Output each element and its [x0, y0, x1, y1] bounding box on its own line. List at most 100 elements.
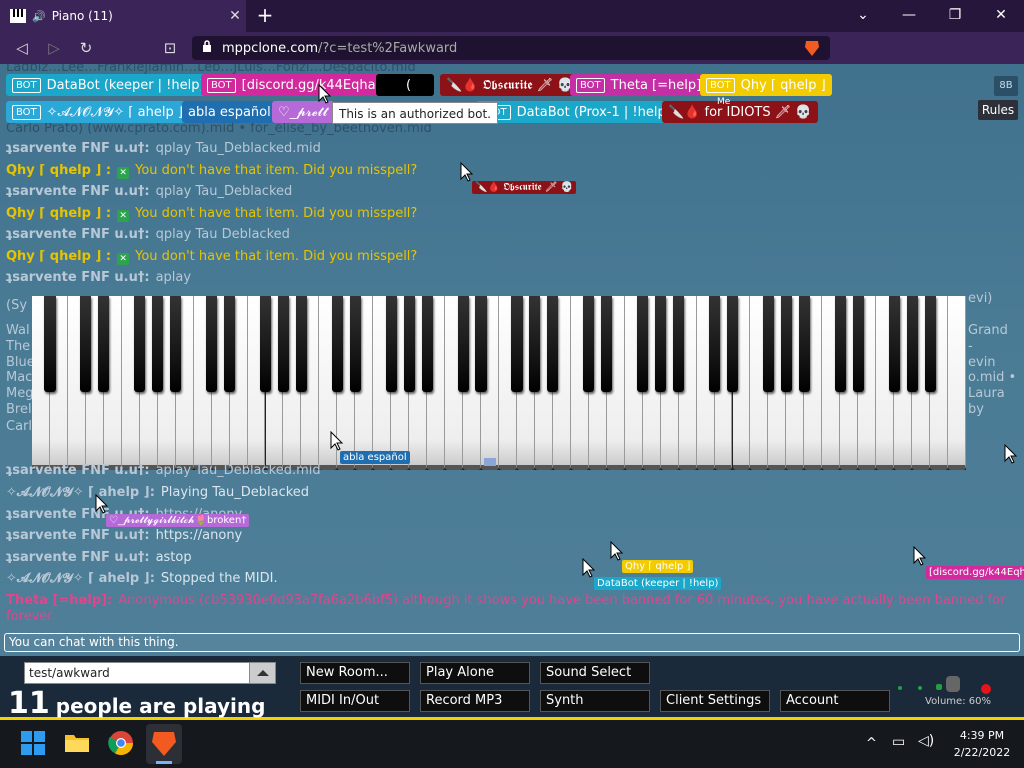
- black-key[interactable]: [385, 296, 397, 392]
- play-alone-button[interactable]: Play Alone: [420, 662, 530, 684]
- activity-indicator: [898, 686, 902, 690]
- chat-fragment: evin: [968, 355, 996, 370]
- rules-button[interactable]: Rules: [978, 100, 1018, 120]
- chat-fragment: Meg: [6, 386, 34, 401]
- black-key[interactable]: [511, 296, 523, 392]
- browser-tab[interactable]: 🔊 Piano (11) ✕: [0, 0, 246, 32]
- black-key[interactable]: [170, 296, 182, 392]
- black-key[interactable]: [403, 296, 415, 392]
- synth-button[interactable]: Synth: [540, 690, 650, 712]
- black-key[interactable]: [529, 296, 541, 392]
- user-tag-theta[interactable]: BOT Theta [=help]: [570, 74, 708, 96]
- windows-start-icon[interactable]: [20, 730, 46, 756]
- black-key[interactable]: [475, 296, 487, 392]
- black-key[interactable]: [906, 296, 918, 392]
- black-key[interactable]: [44, 296, 56, 392]
- black-key[interactable]: [295, 296, 307, 392]
- black-key[interactable]: [547, 296, 559, 392]
- black-key[interactable]: [331, 296, 343, 392]
- check-icon: ✕: [117, 167, 130, 179]
- client-settings-button[interactable]: Client Settings: [660, 690, 770, 712]
- user-tag-abla-espanol[interactable]: abla español: [182, 101, 277, 123]
- new-tab-button[interactable]: +: [254, 3, 276, 27]
- black-key[interactable]: [349, 296, 361, 392]
- black-key[interactable]: [152, 296, 164, 392]
- user-tag-discord[interactable]: BOT [discord.gg/k44Eqha]: [201, 74, 387, 96]
- ban-message: Theta [=help]: Anonymous (cb53930e0d93a7f…: [6, 593, 1006, 608]
- chat-message: ʇsarvente FNF u.u†: aplay: [6, 270, 192, 285]
- black-key[interactable]: [583, 296, 595, 392]
- tab-close-icon[interactable]: ✕: [224, 8, 246, 24]
- black-key[interactable]: [673, 296, 685, 392]
- address-bar[interactable]: mppclone.com/?c=test%2Fawkward: [192, 36, 830, 60]
- black-key[interactable]: [98, 296, 110, 392]
- black-key[interactable]: [206, 296, 218, 392]
- chat-fragment: Laura: [968, 386, 1005, 401]
- cursor-nameplate: ♡_𝓹𝓻𝓮𝓽𝓽𝔂𝓰𝓲𝓻𝓵𝓫𝓲𝓽𝓬𝓱🌷broken†: [106, 514, 250, 527]
- black-key[interactable]: [834, 296, 846, 392]
- user-tag-obscurite[interactable]: 🔪🩸 𝕺𝖇𝖘𝖈𝖚𝖗𝖎𝖙𝖊 🗡 💀: [440, 74, 580, 96]
- user-tag-prettygirl[interactable]: ♡_𝓹𝓻𝓮𝓽𝓽: [272, 101, 334, 123]
- chrome-icon[interactable]: [108, 730, 134, 756]
- tab-search-icon[interactable]: ⌄: [840, 0, 886, 30]
- black-key[interactable]: [421, 296, 433, 392]
- black-key[interactable]: [259, 296, 272, 392]
- black-key[interactable]: [924, 296, 936, 392]
- black-key[interactable]: [601, 296, 613, 392]
- room-selector[interactable]: test/awkward: [24, 662, 276, 684]
- mouse-cursor-icon: [610, 541, 624, 561]
- close-window-button[interactable]: ✕: [978, 0, 1024, 30]
- tray-chevron-icon[interactable]: ^: [866, 736, 877, 751]
- sound-select-button[interactable]: Sound Select: [540, 662, 650, 684]
- volume-knob[interactable]: [946, 676, 960, 692]
- white-key[interactable]: [948, 296, 966, 470]
- forward-icon[interactable]: ▷: [42, 36, 66, 60]
- black-key[interactable]: [762, 296, 774, 392]
- black-key[interactable]: [655, 296, 667, 392]
- volume-icon[interactable]: ◁): [918, 733, 934, 749]
- black-key[interactable]: [80, 296, 92, 392]
- user-tag-databot-prox[interactable]: BOTDataBot (Prox-1 | !help): [476, 101, 677, 123]
- badge-8b[interactable]: 8B: [994, 76, 1018, 96]
- chat-fragment: (Sy: [6, 298, 28, 313]
- chat-input[interactable]: You can chat with this thing.: [4, 633, 1020, 652]
- tab-title: Piano (11): [51, 9, 113, 23]
- black-key[interactable]: [277, 296, 290, 392]
- system-clock[interactable]: 4:39 PM 2/22/2022: [952, 727, 1012, 761]
- minimize-button[interactable]: —: [886, 0, 932, 30]
- mouse-cursor-icon: [913, 546, 927, 566]
- back-icon[interactable]: ◁: [10, 36, 34, 60]
- brave-shields-icon[interactable]: [804, 39, 820, 57]
- chevron-up-icon[interactable]: [249, 663, 275, 683]
- black-key[interactable]: [708, 296, 721, 392]
- chat-fragment: The: [6, 339, 31, 354]
- user-tag-databot-keeper[interactable]: BOT DataBot (keeper | !help): [6, 74, 211, 96]
- black-key[interactable]: [780, 296, 792, 392]
- black-key[interactable]: [457, 296, 469, 392]
- restore-button[interactable]: ❐: [932, 0, 978, 30]
- user-tag-for-idiots[interactable]: 🔪🩸 for IDIOTS 🗡 💀: [662, 101, 818, 123]
- black-key[interactable]: [224, 296, 236, 392]
- reload-icon[interactable]: ↻: [74, 36, 98, 60]
- user-tag-anony[interactable]: BOT ✧𝓐𝓝𝓞𝓝𝓨✧ ⌈ ahelp ⌋: [6, 101, 189, 123]
- file-explorer-icon[interactable]: [64, 730, 90, 756]
- record-mp3-button[interactable]: Record MP3: [420, 690, 530, 712]
- black-key[interactable]: [888, 296, 900, 392]
- user-tag-paren[interactable]: (: [376, 74, 434, 96]
- network-icon[interactable]: ▭: [892, 734, 905, 750]
- user-tag-qhy[interactable]: BOT Qhy ⌈ qhelp ⌋: [700, 74, 832, 96]
- black-key[interactable]: [726, 296, 739, 392]
- black-key[interactable]: [798, 296, 810, 392]
- account-button[interactable]: Account: [780, 690, 890, 712]
- brave-taskbar-button[interactable]: [146, 724, 182, 764]
- chat-message: Qhy ⌈ qhelp ⌋ : ✕ You don't have that item…: [6, 163, 418, 179]
- speaker-icon[interactable]: 🔊: [32, 10, 46, 23]
- bookmark-icon[interactable]: ⊡: [158, 36, 182, 60]
- chat-fragment: Carl: [6, 419, 32, 434]
- piano-keyboard[interactable]: [32, 296, 966, 470]
- midi-in-out-button[interactable]: MIDI In/Out: [300, 690, 410, 712]
- new-room-button[interactable]: New Room...: [300, 662, 410, 684]
- black-key[interactable]: [637, 296, 649, 392]
- black-key[interactable]: [852, 296, 864, 392]
- black-key[interactable]: [134, 296, 146, 392]
